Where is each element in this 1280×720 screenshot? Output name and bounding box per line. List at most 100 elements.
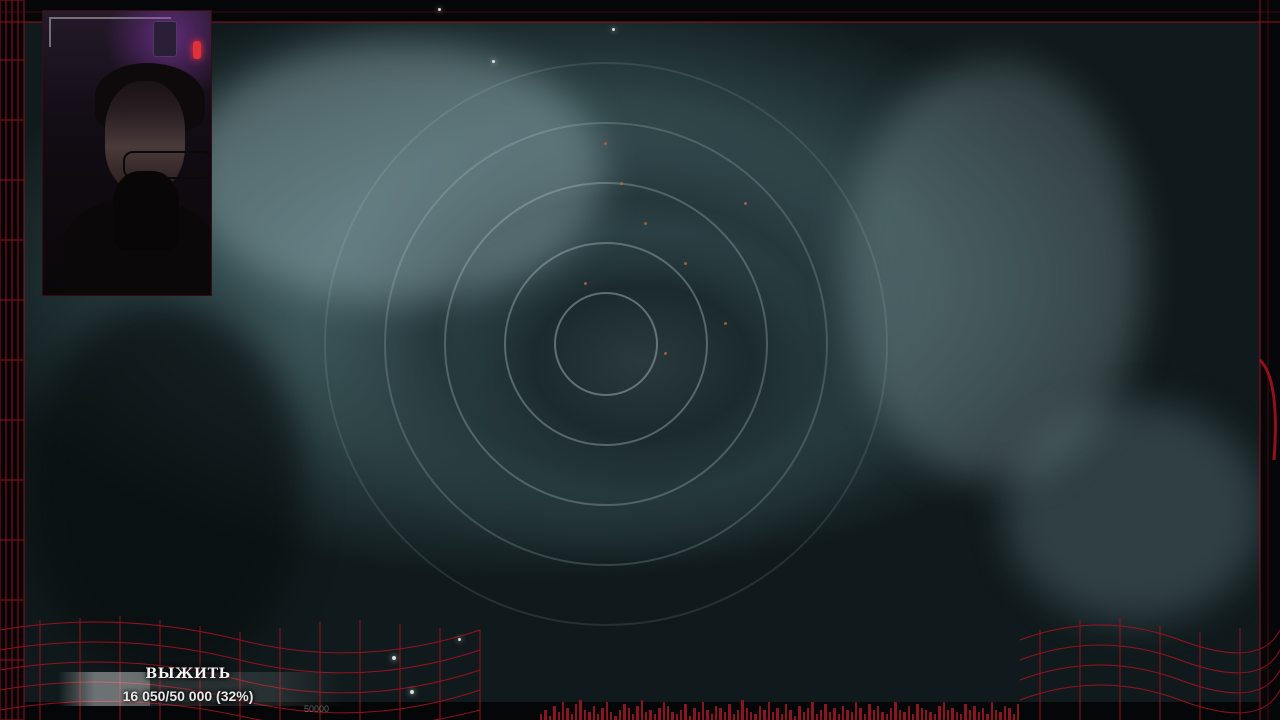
equalizer-bar [885,714,888,720]
equalizer-bar [767,702,770,720]
equalizer-bar [583,710,587,720]
equalizer-bar [850,712,853,720]
equalizer-bar [951,708,954,720]
equalizer-bar [605,702,608,720]
equalizer-bar [675,714,678,720]
equalizer-bar [623,704,626,720]
equalizer-bar [907,706,910,720]
equalizer-bar [846,710,849,720]
equalizer-bar [960,714,963,720]
red-lamp-icon [193,41,201,59]
equalizer-bar [806,708,810,720]
equalizer-bar [933,714,937,720]
equalizer-bar [680,710,683,720]
equalizer-bar [566,708,569,720]
equalizer-bar [986,714,989,720]
equalizer-bar [776,708,779,720]
equalizer-bar [890,708,893,720]
equalizer-bar [684,704,687,720]
ember-speck [604,142,607,145]
equalizer-bar [1003,706,1007,720]
equalizer-bar [859,708,862,720]
equalizer-bar [645,712,648,720]
equalizer-bar [881,712,884,720]
equalizer-bar [750,712,753,720]
sparkle-particle [458,638,461,641]
equalizer-bar [653,714,657,720]
equalizer-bar [916,704,919,720]
equalizer-bar [658,708,661,720]
webcam-feed [42,10,212,296]
equalizer-bar [719,708,722,720]
equalizer-bar [837,714,840,720]
equalizer-bar [798,706,801,720]
equalizer-bar [662,702,665,720]
ember-speck [644,222,647,225]
equalizer-bar [894,702,897,720]
equalizer-bar [820,710,823,720]
equalizer-bar [876,706,880,720]
equalizer-bar [723,712,727,720]
equalizer-bar [588,712,591,720]
equalizer-bar [964,704,967,720]
equalizer-bar [785,704,788,720]
equalizer-bar [763,710,766,720]
mist-cloud [24,302,304,682]
equalizer-bar [973,706,976,720]
equalizer-bar [855,702,858,720]
ember-speck [724,322,727,325]
equalizer-bar [706,710,709,720]
equalizer-bar [640,700,643,720]
equalizer-bar [990,702,993,720]
ember-speck [584,282,587,285]
microphone-icon [113,171,179,251]
ember-speck [684,262,687,265]
equalizer-bar [780,714,783,720]
equalizer-bar [715,706,718,720]
equalizer-bar [561,702,565,720]
equalizer-bar [728,704,731,720]
equalizer-bar [872,710,875,720]
ember-speck [620,182,623,185]
equalizer-bar [732,714,735,720]
equalizer-bar [601,708,604,720]
equalizer-bar [771,712,775,720]
equalizer-bar [841,706,845,720]
donation-goal-widget: ВЫЖИТЬ 16 050/50 000 (32%) 50000 [58,660,344,714]
sparkle-particle [438,8,441,11]
goal-target-label: 50000 [304,704,330,714]
equalizer-bar [833,708,836,720]
equalizer-bar [938,706,941,720]
equalizer-bar [649,710,652,720]
equalizer-bar [544,710,547,720]
equalizer-bar [898,710,902,720]
equalizer-bar [741,700,744,720]
equalizer-bar [557,712,560,720]
equalizer-bar [553,706,556,720]
equalizer-bar [592,706,595,720]
equalizer-bar [540,714,543,720]
equalizer-bar [977,712,980,720]
equalizer-bar [614,716,617,720]
sparkle-particle [392,656,396,660]
sparkle-particle [612,28,615,31]
equalizer-bar [697,712,700,720]
mist-cloud [1004,402,1260,622]
equalizer-bar [903,712,906,720]
equalizer-bar [701,702,705,720]
equalizer-bar [999,712,1002,720]
equalizer-bar [666,706,670,720]
equalizer-bar [596,714,600,720]
equalizer-bar [758,706,762,720]
equalizer-bar [1012,714,1015,720]
equalizer-bar [911,714,915,720]
equalizer-bar [610,712,613,720]
equalizer-bar [754,714,757,720]
equalizer-bar [929,712,932,720]
ember-speck [744,202,747,205]
equalizer-bar [995,710,998,720]
equalizer-bar [968,710,972,720]
equalizer-bar [1008,708,1011,720]
sparkle-particle [410,690,414,694]
equalizer-bar [793,716,797,720]
